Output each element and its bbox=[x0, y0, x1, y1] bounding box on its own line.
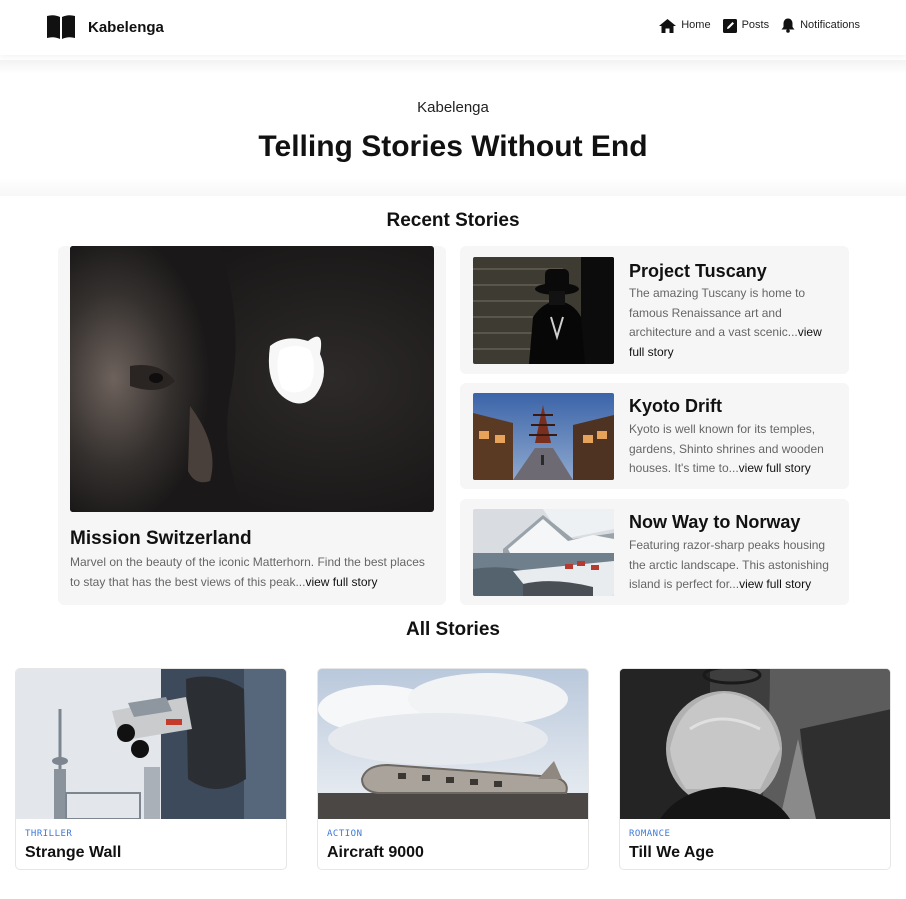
edit-icon bbox=[722, 18, 737, 33]
featured-story-excerpt: Marvel on the beauty of the iconic Matte… bbox=[70, 552, 438, 592]
recent-story-title[interactable]: Kyoto Drift bbox=[629, 396, 722, 417]
story-image[interactable] bbox=[620, 669, 890, 819]
featured-story-title[interactable]: Mission Switzerland bbox=[70, 528, 252, 550]
story-category: THRILLER bbox=[25, 829, 73, 839]
story-card[interactable]: THRILLER Strange Wall bbox=[15, 668, 287, 870]
nav-posts[interactable]: Posts bbox=[722, 18, 770, 33]
recent-story-title[interactable]: Project Tuscany bbox=[629, 261, 767, 282]
recent-story-card[interactable]: Now Way to Norway Featuring razor-sharp … bbox=[460, 499, 849, 605]
brand-name: Kabelenga bbox=[88, 18, 164, 36]
nav-home[interactable]: Home bbox=[659, 18, 711, 33]
recent-story-title[interactable]: Now Way to Norway bbox=[629, 512, 800, 533]
recent-story-card[interactable]: Kyoto Drift Kyoto is well known for its … bbox=[460, 383, 849, 489]
recent-story-excerpt: Featuring razor-sharp peaks housing the … bbox=[629, 536, 839, 595]
open-book-icon bbox=[46, 14, 76, 40]
top-navbar: Kabelenga Home Posts Notifications bbox=[0, 0, 906, 55]
hero-subtitle: Kabelenga bbox=[417, 99, 489, 116]
hero-title: Telling Stories Without End bbox=[258, 130, 648, 163]
nav-notifications-label: Notifications bbox=[800, 19, 860, 31]
nav-posts-label: Posts bbox=[741, 19, 770, 31]
featured-story-card[interactable]: Mission Switzerland Marvel on the beauty… bbox=[58, 246, 446, 605]
home-icon bbox=[659, 18, 677, 33]
hero-banner: Kabelenga Telling Stories Without End bbox=[0, 60, 906, 196]
recent-stories-heading: Recent Stories bbox=[386, 210, 520, 231]
story-card[interactable]: ACTION Aircraft 9000 bbox=[317, 668, 589, 870]
featured-story-image[interactable] bbox=[70, 246, 434, 512]
nav-home-label: Home bbox=[681, 19, 711, 31]
story-title[interactable]: Strange Wall bbox=[25, 844, 121, 862]
recent-story-card[interactable]: Project Tuscany The amazing Tuscany is h… bbox=[460, 246, 849, 374]
story-category: ACTION bbox=[327, 829, 363, 839]
main-nav: Home Posts Notifications bbox=[659, 18, 860, 33]
story-category: ROMANCE bbox=[629, 829, 671, 839]
story-image[interactable] bbox=[318, 669, 588, 819]
recent-story-image[interactable] bbox=[473, 257, 614, 364]
view-full-story-link[interactable]: view full story bbox=[739, 577, 811, 591]
story-card[interactable]: ROMANCE Till We Age bbox=[619, 668, 891, 870]
recent-story-excerpt-text: The amazing Tuscany is home to famous Re… bbox=[629, 286, 806, 339]
bell-icon bbox=[781, 18, 795, 33]
view-full-story-link[interactable]: view full story bbox=[739, 461, 811, 475]
recent-story-excerpt: The amazing Tuscany is home to famous Re… bbox=[629, 284, 839, 362]
nav-notifications[interactable]: Notifications bbox=[781, 18, 860, 33]
story-image[interactable] bbox=[16, 669, 286, 819]
recent-story-excerpt: Kyoto is well known for its temples, gar… bbox=[629, 420, 839, 479]
view-full-story-link[interactable]: view full story bbox=[305, 575, 377, 589]
recent-story-image[interactable] bbox=[473, 509, 614, 596]
brand[interactable]: Kabelenga bbox=[46, 14, 164, 40]
all-stories-heading: All Stories bbox=[406, 619, 500, 640]
story-title[interactable]: Aircraft 9000 bbox=[327, 844, 424, 862]
story-title[interactable]: Till We Age bbox=[629, 844, 714, 862]
recent-story-image[interactable] bbox=[473, 393, 614, 480]
